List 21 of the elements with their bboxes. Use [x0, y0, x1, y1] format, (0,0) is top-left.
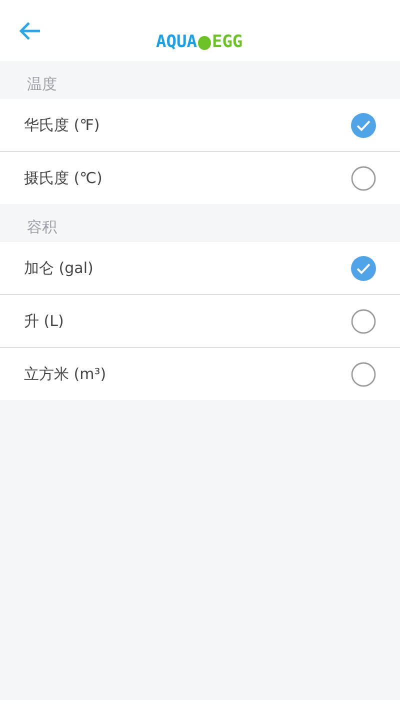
- option-label: 摄氏度 (℃): [24, 168, 102, 188]
- back-arrow-icon: [19, 22, 41, 40]
- logo-text: EGG: [212, 33, 243, 51]
- option-label: 加仑 (gal): [24, 258, 94, 278]
- checked-radio-icon[interactable]: [351, 256, 376, 280]
- radio-icon[interactable]: [351, 166, 376, 190]
- option-row[interactable]: 华氏度 (℉): [0, 99, 400, 152]
- radio-icon[interactable]: [351, 362, 376, 386]
- option-row[interactable]: 立方米 (m³): [0, 348, 400, 400]
- option-row[interactable]: 加仑 (gal): [0, 242, 400, 295]
- option-row[interactable]: 升 (L): [0, 295, 400, 348]
- option-row[interactable]: 摄氏度 (℃): [0, 152, 400, 204]
- option-label: 立方米 (m³): [24, 364, 106, 384]
- checked-radio-icon[interactable]: [351, 112, 376, 138]
- option-label: 华氏度 (℉): [24, 116, 100, 134]
- section-title: 温度: [26, 74, 58, 95]
- radio-icon[interactable]: [351, 308, 376, 334]
- section-title: 容积: [26, 217, 58, 238]
- logo-text: AQUA: [156, 33, 197, 51]
- egg-icon: [198, 34, 211, 50]
- option-label: 升 (L): [24, 312, 64, 330]
